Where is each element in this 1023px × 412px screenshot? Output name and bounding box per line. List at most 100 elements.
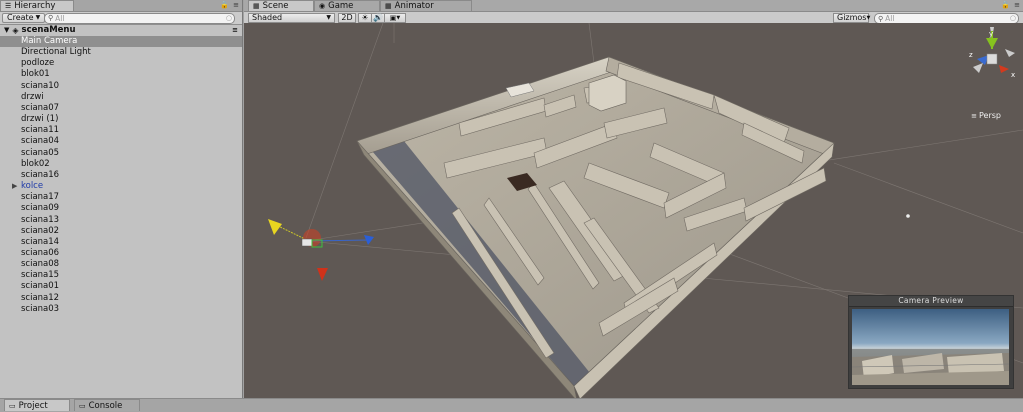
hierarchy-tabbar: ☰ Hierarchy 🔒 ≡	[0, 0, 242, 12]
search-cancel-icon[interactable]: ○	[1010, 14, 1016, 22]
expand-arrow-icon[interactable]: ▶	[12, 181, 17, 192]
search-cancel-icon[interactable]: ○	[226, 14, 232, 22]
panel-controls: 🔒 ≡	[220, 1, 239, 9]
hierarchy-item[interactable]: sciana15	[0, 270, 242, 281]
hierarchy-item[interactable]: drzwi (1)	[0, 114, 242, 125]
camera-preview-image	[852, 309, 1009, 385]
tab-scene-label: Scene	[262, 0, 289, 11]
tab-console[interactable]: ▭ Console	[74, 399, 140, 411]
hierarchy-item[interactable]: sciana11	[0, 125, 242, 136]
hierarchy-item-label: drzwi	[21, 91, 44, 102]
folder-icon: ▭	[9, 401, 16, 410]
hierarchy-item[interactable]: sciana03	[0, 304, 242, 315]
scene-search-placeholder: All	[885, 14, 895, 23]
lighting-toggle[interactable]: ☀	[358, 12, 372, 23]
image-icon: ▣	[389, 13, 397, 22]
hierarchy-item[interactable]: Directional Light	[0, 47, 242, 58]
tab-game-label: Game	[328, 0, 354, 11]
hierarchy-item[interactable]: sciana02	[0, 226, 242, 237]
projection-label: Persp	[979, 111, 1001, 120]
mode-2d-label: 2D	[341, 13, 353, 22]
hierarchy-item-label: blok02	[21, 158, 50, 169]
hierarchy-item[interactable]: sciana01	[0, 281, 242, 292]
hierarchy-item-label: sciana02	[21, 225, 60, 236]
hierarchy-item[interactable]: sciana05	[0, 148, 242, 159]
console-icon: ▭	[79, 401, 86, 410]
hierarchy-item[interactable]: sciana14	[0, 237, 242, 248]
hierarchy-item-label: sciana10	[21, 80, 60, 91]
hierarchy-item[interactable]: sciana10	[0, 81, 242, 92]
expand-arrow-icon[interactable]: ▼	[4, 25, 9, 36]
lock-icon[interactable]: 🔒	[220, 1, 229, 9]
mode-2d-toggle[interactable]: 2D	[338, 12, 356, 23]
scene-panel-controls: 🔒 ≡	[1001, 1, 1020, 9]
tab-project[interactable]: ▭ Project	[4, 399, 70, 411]
scene-menu-icon[interactable]: ≡	[232, 25, 238, 36]
dropdown-arrow-icon: ▼	[866, 14, 871, 21]
hierarchy-item[interactable]: blok01	[0, 69, 242, 80]
hierarchy-item-label: Directional Light	[21, 47, 91, 58]
hierarchy-item[interactable]: sciana06	[0, 248, 242, 259]
scene-name: scenaMenu	[21, 25, 76, 35]
lock-icon[interactable]: 🔒	[1001, 1, 1010, 9]
hierarchy-item[interactable]: sciana07	[0, 103, 242, 114]
sun-icon: ☀	[361, 13, 369, 22]
hierarchy-item-label: sciana17	[21, 192, 60, 203]
scene-root-row[interactable]: ▼ ◈ scenaMenu ≡	[0, 25, 242, 36]
tab-project-label: Project	[18, 400, 48, 411]
hierarchy-item[interactable]: sciana08	[0, 259, 242, 270]
hierarchy-item[interactable]: sciana04	[0, 136, 242, 147]
hierarchy-item-label: podloze	[21, 58, 55, 69]
maze-model	[356, 56, 835, 398]
hierarchy-item[interactable]: drzwi	[0, 92, 242, 103]
hierarchy-item[interactable]: blok02	[0, 159, 242, 170]
hierarchy-item-label: sciana12	[21, 292, 60, 303]
projection-toggle[interactable]: ≡ Persp	[971, 111, 1001, 120]
search-icon: ⚲	[48, 14, 54, 22]
hierarchy-item-label: sciana07	[21, 102, 60, 113]
animator-icon: ▦	[385, 1, 392, 10]
shading-mode-label: Shaded	[252, 12, 283, 22]
axis-y-label: y	[989, 30, 993, 38]
hierarchy-search-input[interactable]: ⚲ All ○	[44, 12, 235, 24]
hierarchy-item-label: blok01	[21, 69, 50, 80]
create-button-label: Create	[7, 13, 34, 22]
create-button[interactable]: Create ▼	[2, 13, 46, 23]
tab-hierarchy[interactable]: ☰ Hierarchy	[0, 0, 74, 11]
hierarchy-item-label: sciana06	[21, 247, 60, 258]
speaker-icon: 🔊	[373, 13, 383, 22]
hierarchy-item-label: sciana14	[21, 236, 60, 247]
hierarchy-item-label: sciana11	[21, 125, 60, 136]
light-point	[906, 214, 910, 218]
axis-x-label: x	[1011, 71, 1015, 79]
gizmos-dropdown[interactable]: Gizmos ▼	[833, 12, 871, 23]
tab-animator[interactable]: ▦ Animator	[380, 0, 472, 11]
panel-menu-icon[interactable]: ≡	[233, 1, 239, 9]
hierarchy-item-label: sciana04	[21, 136, 60, 147]
bottom-tabbar: ▭ Project ▭ Console	[0, 398, 1023, 412]
tab-scene[interactable]: ▦ Scene	[248, 0, 314, 11]
effects-dropdown[interactable]: ▣ ▼	[384, 12, 406, 23]
audio-toggle[interactable]: 🔊	[371, 12, 385, 23]
hierarchy-item[interactable]: sciana09	[0, 203, 242, 214]
shading-mode-dropdown[interactable]: Shaded ▼	[248, 12, 335, 23]
orientation-gizmo[interactable]: y x z	[961, 27, 1021, 87]
hierarchy-item[interactable]: sciana17	[0, 192, 242, 203]
hierarchy-toolbar: Create ▼ ⚲ All ○	[0, 12, 242, 25]
hierarchy-item-label: drzwi (1)	[21, 114, 59, 125]
hierarchy-item[interactable]: podloze	[0, 58, 242, 69]
dropdown-arrow-icon: ▼	[396, 14, 401, 21]
hierarchy-item[interactable]: sciana16	[0, 170, 242, 181]
tab-animator-label: Animator	[394, 0, 434, 11]
dropdown-arrow-icon: ▼	[35, 14, 41, 21]
tab-game[interactable]: ◉ Game	[314, 0, 380, 11]
main-camera-gizmo[interactable]	[268, 219, 374, 281]
panel-menu-icon[interactable]: ≡	[1014, 1, 1020, 9]
hierarchy-item[interactable]: Main Camera	[0, 36, 242, 48]
hierarchy-item-label: sciana09	[21, 203, 60, 214]
scene-viewport[interactable]: y x z ≡ Persp Camera Preview	[244, 23, 1023, 398]
hierarchy-item[interactable]: ▶ kolce	[0, 181, 242, 192]
hierarchy-item[interactable]: sciana12	[0, 293, 242, 304]
hierarchy-item[interactable]: sciana13	[0, 215, 242, 226]
hierarchy-item-label: sciana01	[21, 281, 60, 292]
